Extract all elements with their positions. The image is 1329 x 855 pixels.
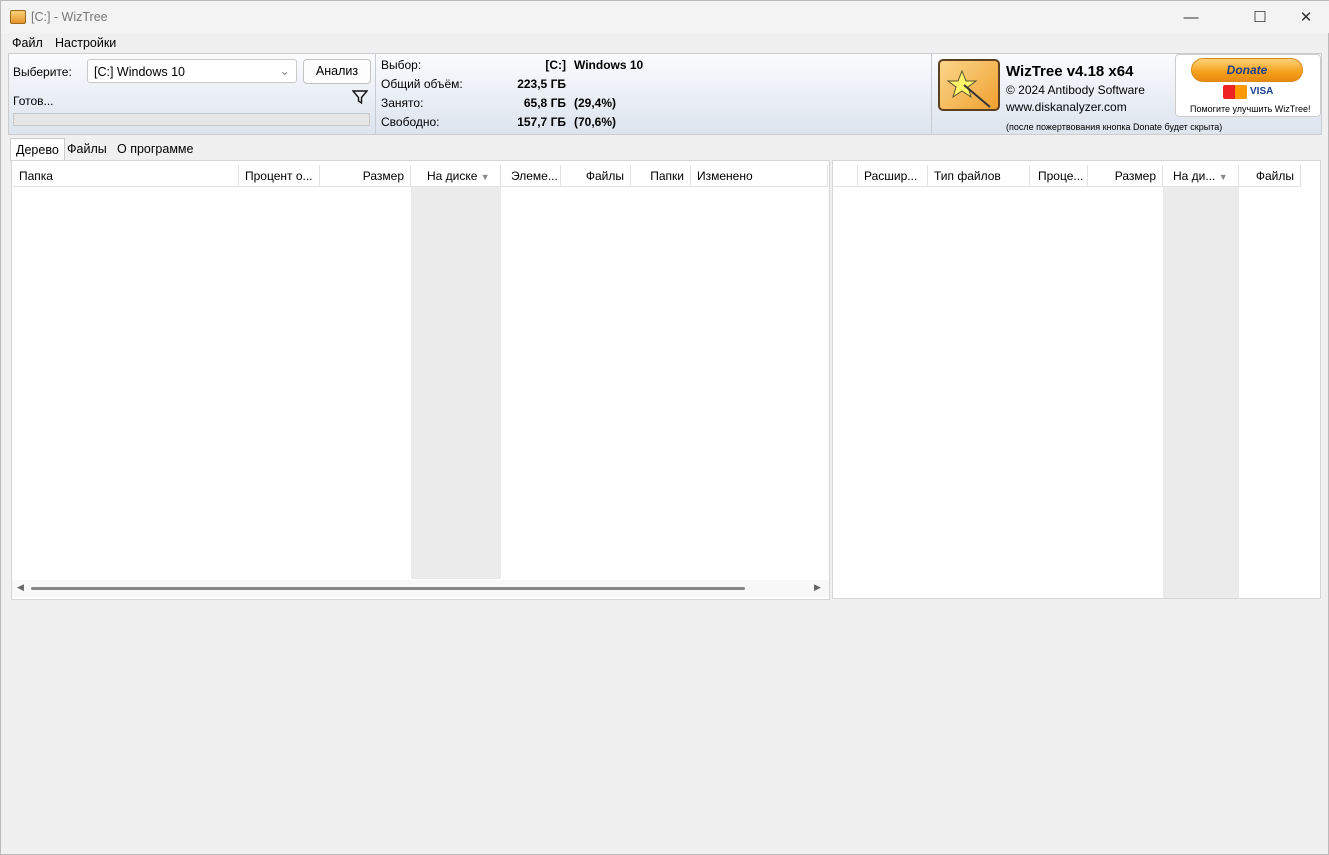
col-folders[interactable]: Папки — [631, 165, 691, 187]
menu-file[interactable]: Файл — [12, 36, 43, 50]
col-ext-size[interactable]: Размер — [1088, 165, 1163, 187]
chevron-down-icon: ⌄ — [279, 64, 290, 78]
free-value: 157,7 ГБ — [517, 115, 566, 129]
about-note: (после пожертвования кнопка Donate будет… — [1006, 122, 1223, 132]
col-files[interactable]: Файлы — [561, 165, 631, 187]
scrollbar-thumb[interactable] — [31, 587, 745, 590]
total-value: 223,5 ГБ — [517, 77, 566, 91]
donate-caption: Помогите улучшить WizTree! — [1190, 104, 1311, 114]
scroll-right-icon[interactable]: ▶ — [814, 582, 821, 593]
sort-desc-icon: ▼ — [1218, 172, 1228, 182]
col-ext-on-disk[interactable]: На ди... ▼ — [1163, 165, 1239, 187]
tab-tree[interactable]: Дерево — [10, 138, 65, 161]
menu-settings[interactable]: Настройки — [55, 36, 116, 50]
about-url[interactable]: www.diskanalyzer.com — [1006, 100, 1127, 114]
col-modified[interactable]: Изменено — [691, 165, 828, 187]
analyze-button[interactable]: Анализ — [303, 59, 371, 84]
scroll-left-icon[interactable]: ◀ — [17, 582, 24, 593]
about-copyright: © 2024 Antibody Software — [1006, 83, 1145, 97]
used-label: Занято: — [381, 96, 424, 110]
col-percent[interactable]: Процент о... — [239, 165, 320, 187]
col-folder[interactable]: Папка — [13, 165, 239, 187]
col-extension[interactable]: Расшир... — [858, 165, 928, 187]
sort-desc-icon: ▼ — [480, 172, 490, 182]
sorted-column-shade — [411, 187, 501, 579]
total-label: Общий объём: — [381, 77, 463, 91]
select-label: Выберите: — [13, 65, 72, 79]
divider — [931, 53, 932, 135]
free-percent: (70,6%) — [574, 115, 617, 129]
filter-icon[interactable] — [352, 89, 368, 105]
col-ext-percent[interactable]: Проце... — [1030, 165, 1088, 187]
col-ext-on-disk-label: На ди... — [1173, 169, 1216, 183]
selection-name: Windows 10 — [574, 58, 644, 72]
status-text: Готов... — [13, 94, 54, 108]
maximize-button[interactable]: ☐ — [1237, 1, 1283, 33]
col-on-disk-label: На диске — [427, 169, 478, 183]
title-bar — [1, 1, 1329, 33]
minimize-button[interactable]: — — [1168, 1, 1214, 33]
drive-select[interactable]: [C:] Windows 10 ⌄ — [87, 59, 297, 83]
visa-label: VISA — [1250, 86, 1274, 97]
window-title: [C:] - WizTree — [31, 10, 108, 24]
sorted-column-shade — [1163, 187, 1239, 598]
extensions-pane[interactable] — [832, 160, 1321, 599]
divider — [375, 53, 376, 135]
col-ext-files[interactable]: Файлы — [1239, 165, 1301, 187]
used-value: 65,8 ГБ — [523, 96, 566, 110]
selection-label: Выбор: — [381, 58, 422, 72]
col-size[interactable]: Размер — [320, 165, 411, 187]
close-button[interactable]: ✕ — [1283, 1, 1329, 33]
col-color[interactable] — [833, 165, 858, 187]
wiztree-logo — [938, 59, 1000, 111]
drive-select-value: [C:] Windows 10 — [94, 65, 186, 79]
col-on-disk[interactable]: На диске ▼ — [411, 165, 501, 187]
col-file-type[interactable]: Тип файлов — [928, 165, 1030, 187]
free-label: Свободно: — [381, 115, 440, 129]
used-percent: (29,4%) — [574, 96, 617, 110]
selection-drive: [C:] — [545, 58, 566, 72]
about-title: WizTree v4.18 x64 — [1006, 63, 1134, 80]
progress-bar — [13, 113, 370, 126]
donate-button[interactable]: Donate — [1191, 58, 1303, 82]
mastercard-icon — [1223, 85, 1247, 99]
tab-files[interactable]: Файлы — [62, 138, 112, 160]
wiztree-app-icon — [10, 10, 26, 24]
col-items[interactable]: Элеме... — [501, 165, 561, 187]
tab-about[interactable]: О программе — [112, 138, 198, 160]
